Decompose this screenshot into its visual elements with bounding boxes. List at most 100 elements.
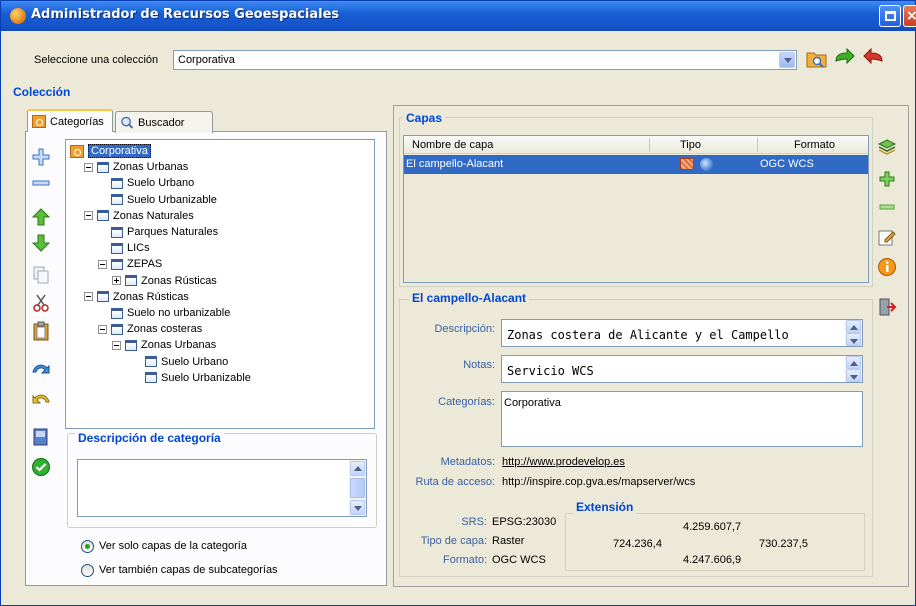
tree-node-label: Zonas Urbanas — [113, 161, 189, 174]
tab-buscador[interactable]: Buscador — [115, 111, 213, 133]
collapse-icon[interactable] — [112, 340, 121, 350]
description-scrollbar[interactable] — [349, 460, 366, 516]
tree-node[interactable]: Corporativa — [70, 143, 151, 159]
undo-arrow-icon[interactable] — [31, 391, 51, 411]
tree-node-label: Corporativa — [88, 144, 151, 158]
scroll-down-icon[interactable] — [350, 500, 365, 515]
copy-icon[interactable] — [31, 265, 51, 285]
notas-value: Servicio WCS — [507, 364, 594, 378]
descripcion-label: Descripción: — [434, 323, 495, 335]
layer-detail-title: El campello-Alacant — [409, 291, 530, 305]
tree-node[interactable]: Zonas Rústicas — [112, 273, 217, 289]
col-header-nombre[interactable]: Nombre de capa — [404, 138, 650, 152]
col-header-tipo[interactable]: Tipo — [650, 138, 758, 152]
layer-format-cell: OGC WCS — [760, 158, 814, 170]
maximize-button[interactable] — [879, 5, 901, 27]
category-node-icon — [145, 356, 157, 368]
move-up-icon[interactable] — [31, 207, 51, 227]
extension-max-x: 730.237,5 — [759, 538, 808, 550]
redo-arrow-icon[interactable] — [31, 361, 51, 381]
move-down-icon[interactable] — [31, 233, 51, 253]
tree-node-label: Suelo Urbano — [127, 177, 195, 190]
category-node-icon — [125, 275, 137, 287]
tree-node[interactable]: Zonas Rústicas — [84, 289, 189, 305]
book-icon[interactable] — [31, 427, 51, 447]
tree-node[interactable]: Parques Naturales — [98, 224, 218, 240]
table-row[interactable]: El campello-Alacant OGC WCS — [404, 155, 868, 174]
scroll-down-icon[interactable] — [846, 333, 861, 346]
tree-node[interactable]: Suelo Urbanizable — [98, 192, 217, 208]
scroll-thumb[interactable] — [350, 478, 365, 498]
arrow-back-icon[interactable] — [861, 47, 885, 71]
tree-node[interactable]: LICs — [98, 240, 150, 256]
srs-label: SRS: — [461, 516, 487, 528]
descripcion-scrollbar[interactable] — [845, 320, 862, 346]
coleccion-section-title: Colección — [13, 85, 71, 99]
title-bar[interactable]: Administrador de Recursos Geoespaciales … — [1, 1, 916, 31]
chevron-down-icon[interactable] — [779, 52, 795, 68]
col-header-formato[interactable]: Formato — [758, 138, 868, 152]
app-globe-icon — [10, 8, 26, 24]
capas-table[interactable]: Nombre de capa Tipo Formato El campello-… — [403, 135, 869, 283]
collapse-icon[interactable] — [98, 324, 107, 334]
tree-node[interactable]: Suelo Urbano — [132, 354, 228, 370]
scroll-up-icon[interactable] — [350, 461, 365, 476]
remove-category-icon[interactable] — [31, 173, 51, 193]
category-description-textarea[interactable] — [77, 459, 367, 517]
collapse-icon[interactable] — [84, 162, 93, 172]
tree-node[interactable]: Suelo Urbanizable — [132, 370, 251, 386]
notas-label: Notas: — [463, 359, 495, 371]
scroll-up-icon[interactable] — [846, 320, 861, 333]
tree-node[interactable]: ZEPAS — [98, 256, 162, 272]
srs-value: EPSG:23030 — [492, 516, 557, 528]
collapse-icon[interactable] — [84, 211, 93, 221]
exit-icon[interactable] — [877, 297, 897, 317]
category-tree[interactable]: Corporativa Zonas Urbanas Suelo Urbano Suel… — [65, 139, 375, 429]
scroll-up-icon[interactable] — [846, 356, 861, 369]
radio-only-category-label: Ver solo capas de la categoría — [99, 540, 247, 552]
add-category-icon[interactable] — [31, 147, 51, 167]
notas-field[interactable]: Servicio WCS — [501, 355, 863, 383]
notas-scrollbar[interactable] — [845, 356, 862, 382]
category-node-icon — [111, 242, 123, 254]
descripcion-field[interactable]: Zonas costera de Alicante y el Campello — [501, 319, 863, 347]
extension-max-y: 4.259.607,7 — [683, 521, 742, 533]
tree-node[interactable]: Zonas costeras — [98, 321, 202, 337]
tab-categorias[interactable]: Categorías — [27, 109, 113, 132]
metadatos-link[interactable]: http://www.prodevelop.es — [502, 456, 625, 468]
collapse-icon[interactable] — [98, 259, 107, 269]
tree-node[interactable]: Suelo Urbano — [98, 175, 194, 191]
scroll-down-icon[interactable] — [846, 369, 861, 382]
formato-value: OGC WCS — [492, 554, 546, 566]
folder-search-icon[interactable] — [805, 47, 829, 71]
close-button[interactable]: × — [903, 5, 916, 27]
globe-icon — [700, 158, 713, 171]
category-node-icon — [111, 194, 123, 206]
tree-node-label: Suelo Urbanizable — [161, 371, 251, 384]
expand-icon[interactable] — [112, 276, 121, 286]
radio-indicator[interactable] — [81, 540, 94, 553]
capas-section-title: Capas — [403, 111, 446, 125]
add-layer-icon[interactable] — [877, 169, 897, 189]
tree-node[interactable]: Zonas Urbanas — [84, 159, 188, 175]
category-node-icon — [111, 226, 123, 238]
info-icon[interactable] — [877, 257, 897, 277]
collection-combo[interactable]: Corporativa — [173, 50, 797, 70]
layers-icon[interactable] — [877, 137, 897, 157]
tree-node[interactable]: Suelo no urbanizable — [98, 305, 230, 321]
tree-node-label: Parques Naturales — [127, 226, 219, 238]
edit-icon[interactable] — [877, 227, 897, 247]
paste-icon[interactable] — [31, 321, 51, 341]
accept-check-icon[interactable] — [31, 457, 51, 477]
cut-icon[interactable] — [31, 293, 51, 313]
categorias-field[interactable]: Corporativa — [501, 391, 863, 447]
tree-node[interactable]: Zonas Naturales — [84, 208, 194, 224]
arrow-right-icon[interactable] — [833, 47, 857, 71]
maximize-icon — [885, 11, 896, 21]
tree-node-label: Zonas Urbanas — [141, 339, 217, 352]
collection-select-label: Seleccione una colección — [34, 54, 159, 66]
remove-layer-icon[interactable] — [877, 197, 897, 217]
collapse-icon[interactable] — [84, 292, 93, 302]
radio-indicator[interactable] — [81, 564, 94, 577]
tree-node[interactable]: Zonas Urbanas — [112, 337, 216, 353]
